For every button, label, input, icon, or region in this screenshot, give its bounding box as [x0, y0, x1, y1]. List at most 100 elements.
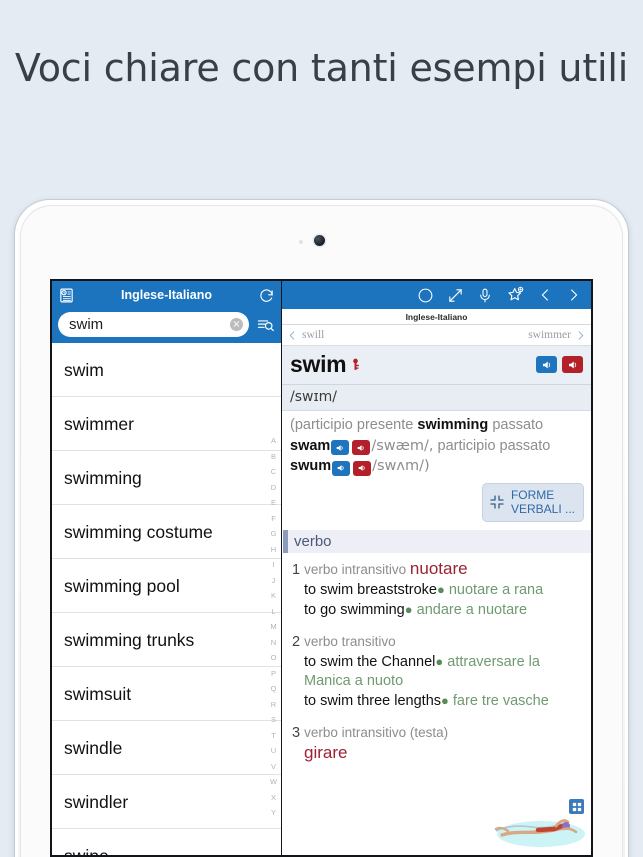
example-target: andare a nuotare	[416, 601, 528, 618]
example-separator-dot: ●	[404, 601, 413, 617]
sense-number: 2	[292, 633, 301, 650]
clear-circle-icon[interactable]: ×	[230, 317, 243, 331]
entry-content[interactable]: swim /swɪm/ (participio presente swimmin…	[282, 346, 591, 855]
chevron-right-icon	[575, 329, 586, 342]
speaker-icon[interactable]	[352, 440, 371, 455]
speaker-icon[interactable]	[331, 440, 350, 455]
expand-diagonal-icon[interactable]	[447, 287, 464, 304]
grammar-past: swam	[290, 437, 331, 454]
sense-label: verbo transitivo	[304, 633, 396, 649]
past-part-audio-group	[332, 460, 372, 476]
grammar-past-part-label: participio passato	[437, 437, 551, 454]
example-separator-dot: ●	[436, 581, 445, 597]
dictionary-name: Inglese-Italiano	[282, 309, 591, 325]
list-item[interactable]: swim	[52, 343, 281, 397]
speaker-icon[interactable]	[332, 460, 351, 476]
red-key-icon[interactable]	[349, 356, 362, 373]
entry-toolbar	[282, 281, 591, 309]
entry-nav-row: swill swimmer	[282, 325, 591, 346]
example-line: to swim three lengths● fare tre vasche	[304, 691, 583, 711]
next-entry-button[interactable]: swimmer	[528, 329, 586, 342]
grammar-past-label: passato	[492, 417, 544, 433]
forme-verbali-label: FORME VERBALI ...	[511, 488, 575, 516]
headword-audio-group	[536, 356, 583, 373]
grammar-past-part-ipa: /swʌm/)	[372, 458, 430, 474]
sense-block: 2 verbo transitivo to swim the Channel● a…	[282, 632, 591, 711]
refresh-icon[interactable]	[258, 287, 275, 304]
contract-arrows-icon	[489, 494, 505, 510]
example-list: girare	[292, 743, 583, 763]
headword: swim	[290, 351, 347, 377]
list-item[interactable]: swimming costume	[52, 505, 281, 559]
example-line: to go swimming● andare a nuotare	[304, 600, 583, 620]
next-entry-label: swimmer	[528, 329, 571, 341]
grammar-past-ipa: /swæm/,	[371, 437, 434, 454]
headword-bar: swim	[282, 346, 591, 385]
sense-label: verbo intransitivo	[304, 561, 407, 577]
example-separator-dot: ●	[435, 653, 444, 669]
example-separator-dot: ●	[441, 692, 449, 708]
history-list-icon[interactable]	[58, 287, 75, 304]
word-list-pane: Inglese-Italiano swim × swim swimmer swi…	[52, 281, 282, 855]
sense-label: verbo intransitivo (testa)	[304, 724, 449, 740]
list-item[interactable]: swimsuit	[52, 667, 281, 721]
sense-header: 3 verbo intransitivo (testa)	[292, 723, 583, 743]
speaker-icon[interactable]	[562, 356, 583, 373]
search-input-value: swim	[69, 315, 104, 333]
left-toolbar: Inglese-Italiano	[52, 281, 281, 309]
chevron-left-icon[interactable]	[538, 286, 553, 304]
microphone-icon[interactable]	[477, 287, 493, 304]
list-item[interactable]: swindler	[52, 775, 281, 829]
grammar-block: (participio presente swimming passato sw…	[282, 411, 591, 479]
speaker-icon[interactable]	[353, 460, 372, 476]
page-title: Voci chiare con tanti esempi utili	[14, 46, 629, 90]
list-search-icon[interactable]	[256, 316, 275, 333]
circle-icon[interactable]	[417, 287, 434, 304]
sense-header: 1 verbo intransitivo nuotare	[292, 559, 583, 580]
swimmer-illustration	[492, 799, 587, 851]
list-item[interactable]: swimming pool	[52, 559, 281, 613]
forme-verbali-line2: VERBALI ...	[510, 501, 575, 516]
expand-grid-icon[interactable]	[569, 799, 584, 814]
prev-entry-button[interactable]: swill	[287, 329, 324, 342]
left-toolbar-title: Inglese-Italiano	[121, 288, 212, 302]
word-list[interactable]: swim swimmer swimming swimming costume s…	[52, 343, 281, 855]
list-item[interactable]: swindle	[52, 721, 281, 775]
example-source: to swim the Channel	[304, 653, 436, 670]
grammar-pres-part: swimming	[417, 417, 489, 433]
camera-sensor	[299, 240, 303, 244]
sense-block: 1 verbo intransitivo nuotare to swim brea…	[282, 559, 591, 620]
example-target: nuotare a rana	[448, 581, 544, 598]
speaker-icon[interactable]	[536, 356, 557, 373]
forme-verbali-line1: FORME	[510, 487, 555, 502]
sense-block: 3 verbo intransitivo (testa) girare	[282, 723, 591, 763]
example-source: to swim three lengths	[304, 692, 442, 709]
grammar-past-part: swum	[290, 458, 332, 474]
sense-number: 1	[292, 561, 301, 578]
chevron-right-icon[interactable]	[566, 286, 581, 304]
sense-translation: girare	[304, 742, 348, 762]
phonetic-transcription: /swɪm/	[282, 385, 591, 411]
example-line: to swim breaststroke● nuotare a rana	[304, 580, 583, 600]
chevron-left-icon	[287, 329, 298, 342]
entry-pane: Inglese-Italiano swill swimmer swim /swɪ…	[282, 281, 591, 855]
example-source: to swim breaststroke	[304, 581, 437, 598]
sense-translation: nuotare	[409, 558, 468, 578]
example-list: to swim the Channel● attraversare la Man…	[292, 652, 583, 711]
sense-number: 3	[292, 724, 301, 741]
forme-verbali-row: FORME VERBALI ...	[282, 479, 591, 528]
part-of-speech-header: verbo	[283, 529, 591, 553]
list-item[interactable]: swine	[52, 829, 281, 855]
list-item[interactable]: swimming	[52, 451, 281, 505]
camera-lens	[314, 235, 325, 246]
grammar-pres-part-label: participio presente	[294, 417, 414, 433]
sense-header: 2 verbo transitivo	[292, 632, 583, 652]
tablet-screen: Inglese-Italiano swim × swim swimmer swi…	[50, 279, 593, 857]
search-input[interactable]: swim ×	[58, 311, 249, 337]
prev-entry-label: swill	[302, 329, 325, 341]
list-item[interactable]: swimmer	[52, 397, 281, 451]
page-root: Voci chiare con tanti esempi utili Ingle…	[0, 0, 643, 857]
list-item[interactable]: swimming trunks	[52, 613, 281, 667]
star-add-icon[interactable]	[506, 286, 525, 304]
forme-verbali-button[interactable]: FORME VERBALI ...	[481, 482, 584, 522]
